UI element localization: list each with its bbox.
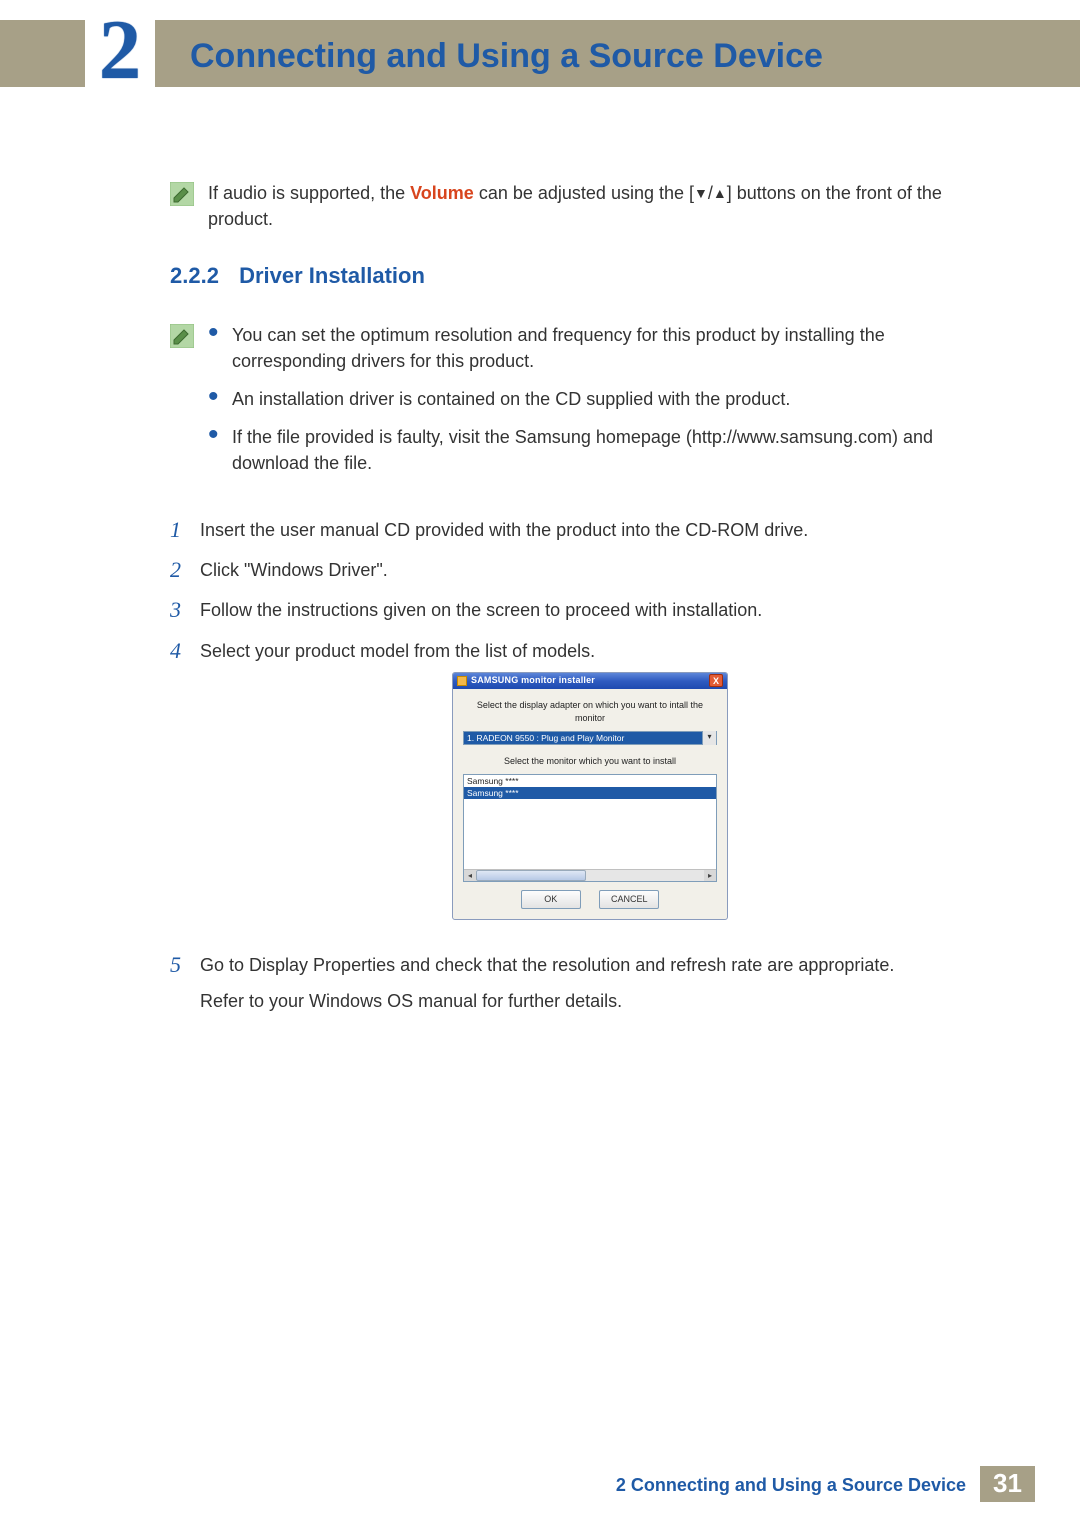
step-list: 1 Insert the user manual CD provided wit… [170, 517, 980, 1015]
chapter-title: Connecting and Using a Source Device [190, 32, 823, 81]
list-item: • You can set the optimum resolution and… [208, 322, 980, 374]
step-text: Insert the user manual CD provided with … [200, 517, 980, 543]
installer-title: SAMSUNG monitor installer [471, 674, 709, 687]
list-item: • An installation driver is contained on… [208, 386, 980, 412]
page-content: If audio is supported, the Volume can be… [170, 180, 980, 1028]
step-number: 3 [170, 597, 200, 623]
adapter-value: 1. RADEON 9550 : Plug and Play Monitor [464, 732, 702, 744]
step-number: 4 [170, 638, 200, 938]
footer-chapter-number: 2 [616, 1475, 626, 1495]
step-number: 5 [170, 952, 200, 1014]
monitor-listbox[interactable]: Samsung **** Samsung **** ◂ ▸ [463, 774, 717, 882]
monitor-label: Select the monitor which you want to ins… [463, 755, 717, 768]
step-item: 3 Follow the instructions given on the s… [170, 597, 980, 623]
note-prefix: If audio is supported, the [208, 183, 410, 203]
footer-chapter: 2 Connecting and Using a Source Device [616, 1466, 980, 1502]
button-bar: OK CANCEL [463, 890, 717, 913]
chevron-down-icon[interactable]: ▾ [702, 731, 716, 745]
installer-body: Select the display adapter on which you … [453, 689, 727, 919]
step-subtext: Refer to your Windows OS manual for furt… [200, 988, 980, 1014]
section-heading: 2.2.2 Driver Installation [170, 260, 980, 292]
horizontal-scrollbar[interactable]: ◂ ▸ [464, 869, 716, 881]
step-number: 2 [170, 557, 200, 583]
up-icon: ▲ [713, 183, 727, 203]
app-icon [457, 676, 467, 686]
note-highlight: Volume [410, 183, 474, 203]
step-number: 1 [170, 517, 200, 543]
step-text: Follow the instructions given on the scr… [200, 597, 980, 623]
list-item: • If the file provided is faulty, visit … [208, 424, 980, 476]
note-mid: can be adjusted using the [ [479, 183, 694, 203]
section-title: Driver Installation [239, 263, 425, 288]
step-item: 4 Select your product model from the lis… [170, 638, 980, 938]
ok-button[interactable]: OK [521, 890, 581, 909]
page-number: 31 [980, 1466, 1035, 1502]
step-item: 5 Go to Display Properties and check tha… [170, 952, 980, 1014]
section-number: 2.2.2 [170, 263, 219, 288]
close-button[interactable]: X [709, 674, 723, 687]
chapter-number: 2 [99, 8, 142, 93]
list-item-selected[interactable]: Samsung **** [464, 787, 716, 799]
bullet-text: You can set the optimum resolution and f… [232, 322, 980, 374]
step-item: 1 Insert the user manual CD provided wit… [170, 517, 980, 543]
adapter-label: Select the display adapter on which you … [463, 699, 717, 725]
footer-chapter-title: Connecting and Using a Source Device [631, 1475, 966, 1495]
installer-dialog: SAMSUNG monitor installer X Select the d… [452, 672, 728, 920]
scroll-thumb[interactable] [476, 870, 586, 881]
audio-note: If audio is supported, the Volume can be… [170, 180, 980, 232]
down-icon: ▼ [694, 183, 708, 203]
bullet-text: If the file provided is faulty, visit th… [232, 424, 980, 476]
bullet-icon: • [208, 390, 232, 416]
bullet-icon: • [208, 326, 232, 378]
step-text: Go to Display Properties and check that … [200, 952, 980, 978]
step-text: Click "Windows Driver". [200, 557, 980, 583]
adapter-combobox[interactable]: 1. RADEON 9550 : Plug and Play Monitor ▾ [463, 731, 717, 745]
bullet-list: • You can set the optimum resolution and… [208, 322, 980, 488]
scroll-right-icon[interactable]: ▸ [704, 870, 716, 881]
page-footer: 2 Connecting and Using a Source Device 3… [0, 1466, 1080, 1502]
chapter-badge: 2 [85, 0, 155, 100]
note-icon [170, 182, 194, 206]
cancel-button[interactable]: CANCEL [599, 890, 659, 909]
bullet-text: An installation driver is contained on t… [232, 386, 790, 412]
note-icon [170, 324, 194, 348]
driver-note-block: • You can set the optimum resolution and… [170, 322, 980, 488]
scroll-left-icon[interactable]: ◂ [464, 870, 476, 881]
audio-note-text: If audio is supported, the Volume can be… [208, 180, 980, 232]
bullet-icon: • [208, 428, 232, 480]
scroll-track[interactable] [476, 870, 704, 881]
step-text: Select your product model from the list … [200, 638, 980, 664]
list-item[interactable]: Samsung **** [464, 775, 716, 787]
step-item: 2 Click "Windows Driver". [170, 557, 980, 583]
installer-titlebar: SAMSUNG monitor installer X [453, 673, 727, 689]
